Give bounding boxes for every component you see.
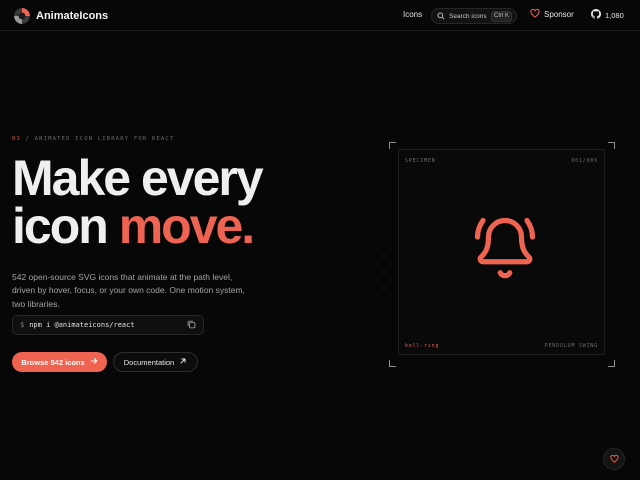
specimen-animation-name: PENDULUM SWING: [544, 343, 598, 349]
copy-icon[interactable]: [187, 320, 196, 331]
browse-icons-button[interactable]: Browse 542 icons: [12, 352, 107, 372]
specimen-counter: 001/006: [571, 158, 598, 164]
specimen-corner-top-right: [608, 142, 615, 149]
brand-logo-link[interactable]: AnimateIcons: [14, 8, 108, 24]
heart-icon: [530, 8, 540, 20]
install-command: npm i @animateicons/react: [29, 321, 135, 329]
hero-title-accent: move.: [118, 198, 256, 254]
specimen-corner-top-left: [389, 142, 396, 149]
sponsor-label: Sponsor: [544, 10, 574, 19]
browse-icons-label: Browse 542 icons: [21, 357, 85, 367]
github-stars-count: 1,080: [605, 10, 624, 20]
search-label: Search icons: [449, 12, 487, 20]
eyebrow-number: 01: [12, 136, 22, 142]
specimen-card[interactable]: SPECIMEN 001/006 bell-ring PENDULUM SWIN…: [398, 149, 605, 355]
heart-icon: [609, 450, 619, 468]
hero-title-line2: icon: [12, 198, 119, 254]
specimen-corner-bottom-left: [389, 360, 396, 367]
documentation-label: Documentation: [123, 357, 175, 367]
animateicons-logo-icon: [14, 8, 30, 24]
search-button[interactable]: Search icons Ctrl K: [431, 8, 517, 24]
documentation-button[interactable]: Documentation: [113, 352, 198, 372]
specimen-icon-name: bell-ring: [405, 343, 440, 349]
arrow-up-right-icon: [179, 357, 187, 367]
sponsor-link[interactable]: Sponsor: [530, 8, 574, 20]
bell-ring-icon: [472, 215, 538, 286]
hero-eyebrow: 01 / ANIMATED ICON LIBRARY FOR REACT: [12, 136, 174, 142]
hero-title: Make every icon move.: [12, 153, 264, 251]
hero-description: 542 open-source SVG icons that animate a…: [12, 271, 245, 309]
specimen-corner-bottom-right: [608, 360, 615, 367]
favorite-button[interactable]: [603, 448, 625, 470]
github-stars-link[interactable]: 1,080: [591, 9, 624, 21]
command-prompt: $: [20, 321, 25, 329]
specimen-label: SPECIMEN: [405, 158, 436, 164]
search-icon: [437, 7, 445, 25]
eyebrow-text: / ANIMATED ICON LIBRARY FOR REACT: [25, 136, 175, 142]
search-shortcut: Ctrl K: [491, 10, 512, 22]
arrow-right-icon: [90, 357, 98, 367]
install-command-box: $ npm i @animateicons/react: [12, 315, 204, 335]
nav-link-icons[interactable]: Icons: [403, 10, 422, 19]
top-navbar: AnimateIcons Icons Search icons Ctrl K S…: [0, 0, 640, 31]
github-icon: [591, 9, 601, 21]
brand-name: AnimateIcons: [36, 10, 109, 22]
